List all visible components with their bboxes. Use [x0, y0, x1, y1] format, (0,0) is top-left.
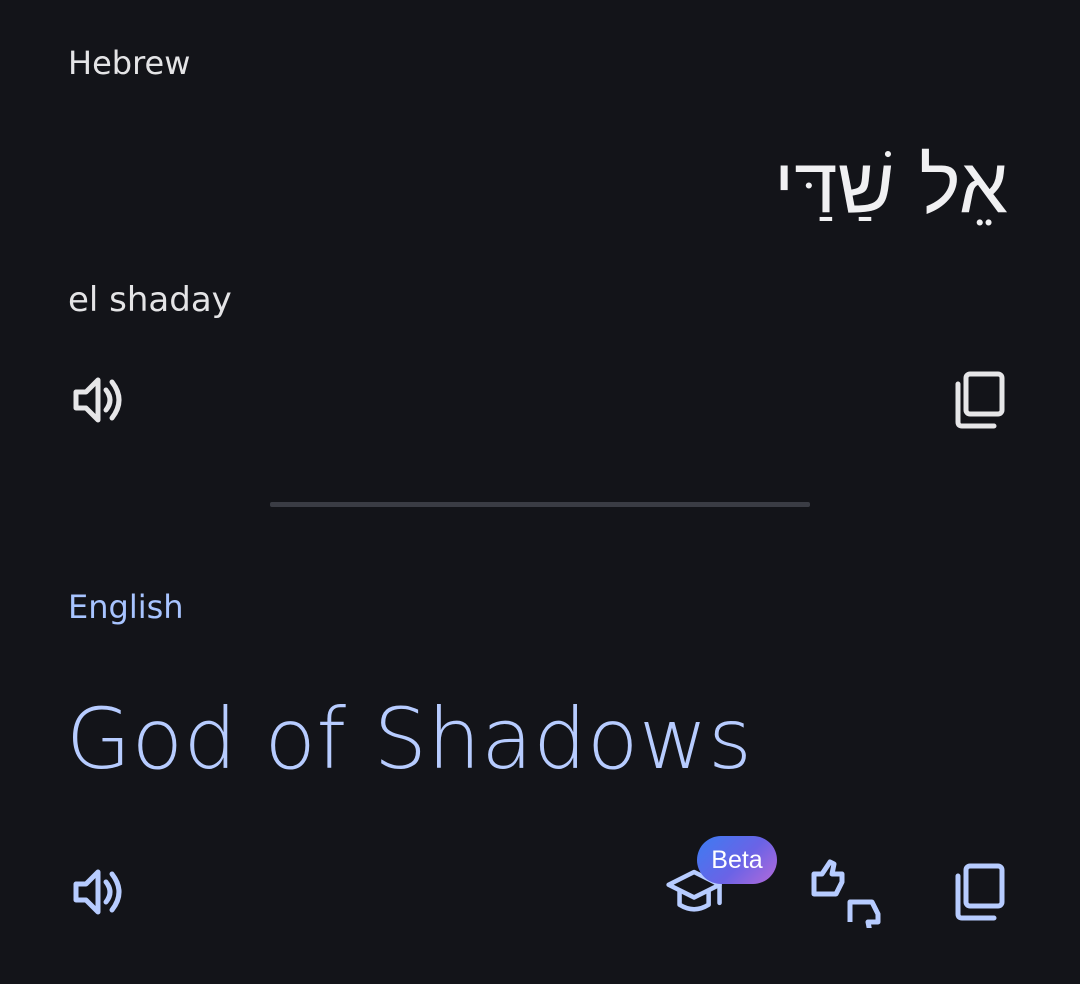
- thumbs-up-down-icon: [811, 859, 881, 928]
- copy-icon: [955, 371, 1005, 429]
- section-divider[interactable]: [270, 502, 810, 507]
- source-listen-button[interactable]: [68, 370, 128, 430]
- speaker-icon: [73, 377, 122, 423]
- target-language-label: English: [68, 588, 184, 626]
- feedback-button[interactable]: [808, 858, 884, 928]
- source-copy-button[interactable]: [950, 370, 1010, 430]
- target-text: God of Shadows: [66, 690, 753, 788]
- target-listen-button[interactable]: [68, 862, 128, 922]
- source-transliteration: el shaday: [68, 280, 232, 320]
- copy-icon: [955, 863, 1005, 921]
- beta-badge: Beta: [697, 836, 777, 884]
- source-text: אֵל שַׁדַּי: [774, 141, 1008, 231]
- source-language-label: Hebrew: [68, 44, 191, 82]
- target-copy-button[interactable]: [950, 862, 1010, 922]
- speaker-icon: [73, 869, 122, 915]
